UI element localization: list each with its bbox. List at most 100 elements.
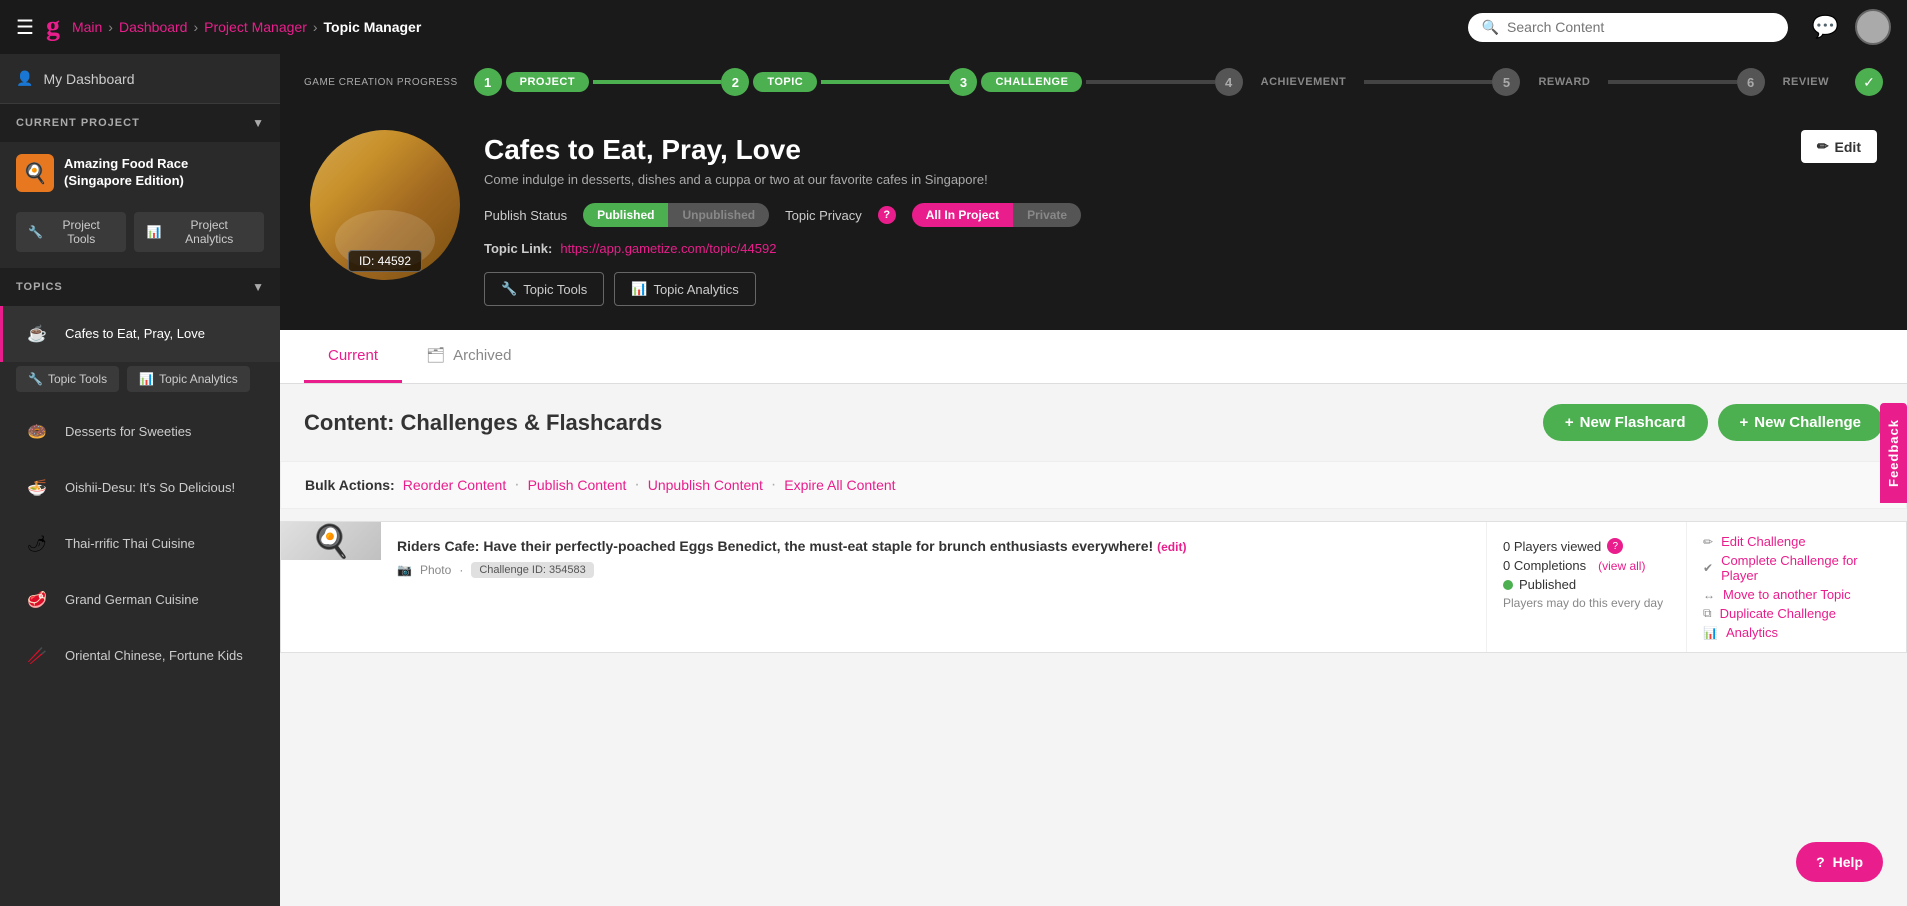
header-icons: 💬 xyxy=(1812,9,1891,45)
analytics-icon: 📊 xyxy=(1703,626,1718,640)
sidebar-item-cafes[interactable]: ☕ Cafes to Eat, Pray, Love xyxy=(0,306,280,362)
help-icon: ? xyxy=(1816,854,1825,870)
challenge-type: Photo xyxy=(420,563,451,577)
challenge-title: Riders Cafe: Have their perfectly-poache… xyxy=(397,538,1470,554)
privacy-question-icon[interactable]: ? xyxy=(878,206,896,224)
challenge-edit-link[interactable]: (edit) xyxy=(1157,540,1186,554)
pencil-icon: ✏ xyxy=(1817,138,1829,155)
step-2[interactable]: 2 TOPIC xyxy=(721,68,821,96)
step-label-3: CHALLENGE xyxy=(981,72,1082,92)
sidebar-my-dashboard[interactable]: 👤 My Dashboard xyxy=(0,54,280,104)
edit-challenge-link[interactable]: ✏ Edit Challenge xyxy=(1703,534,1890,549)
sidebar-item-german[interactable]: 🥩 Grand German Cuisine xyxy=(0,572,280,628)
topic-thumb-oishii: 🍜 xyxy=(19,470,55,506)
challenge-actions: ✏ Edit Challenge ✔ Complete Challenge fo… xyxy=(1686,522,1906,652)
topic-link-row: Topic Link: https://app.gametize.com/top… xyxy=(484,241,1877,256)
bulk-reorder-link[interactable]: Reorder Content xyxy=(403,477,507,493)
bulk-expire-link[interactable]: Expire All Content xyxy=(784,477,895,493)
tab-archived[interactable]: 🗂 Archived xyxy=(402,330,535,383)
chart-icon-small: 📊 xyxy=(139,372,154,386)
edit-button[interactable]: ✏ Edit xyxy=(1801,130,1877,163)
step-circle-1: 1 xyxy=(474,68,502,96)
privacy-all-btn[interactable]: All In Project xyxy=(912,203,1013,227)
edit-challenge-icon: ✏ xyxy=(1703,535,1713,549)
search-bar[interactable]: 🔍 xyxy=(1468,13,1788,42)
challenge-meta: 📷 Photo · Challenge ID: 354583 xyxy=(397,562,1470,578)
topic-header-section: ID: 44592 Cafes to Eat, Pray, Love Come … xyxy=(280,110,1907,330)
bulk-publish-link[interactable]: Publish Content xyxy=(528,477,627,493)
topic-link-url[interactable]: https://app.gametize.com/topic/44592 xyxy=(560,241,776,256)
topic-thumb-german: 🥩 xyxy=(19,582,55,618)
step-complete-check: ✓ xyxy=(1855,68,1883,96)
topic-action-buttons-row: 🔧 Topic Tools 📊 Topic Analytics xyxy=(484,272,1877,306)
new-challenge-button[interactable]: + New Challenge xyxy=(1718,404,1883,441)
step-1[interactable]: 1 PROJECT xyxy=(474,68,593,96)
topic-title: Cafes to Eat, Pray, Love xyxy=(484,134,1877,166)
sidebar-item-thai[interactable]: 🌶 Thai-rrific Thai Cuisine xyxy=(0,516,280,572)
breadcrumb: Main › Dashboard › Project Manager › Top… xyxy=(72,19,421,35)
topic-name-german: Grand German Cuisine xyxy=(65,592,199,609)
topic-thumb-oriental: 🥢 xyxy=(19,638,55,674)
stat-status-note: Players may do this every day xyxy=(1503,596,1670,610)
step-5[interactable]: 5 REWARD xyxy=(1492,68,1608,96)
privacy-private-btn[interactable]: Private xyxy=(1013,203,1081,227)
search-icon: 🔍 xyxy=(1482,19,1499,36)
sidebar-item-oriental[interactable]: 🥢 Oriental Chinese, Fortune Kids xyxy=(0,628,280,684)
new-flashcard-button[interactable]: + New Flashcard xyxy=(1543,404,1708,441)
analytics-link[interactable]: 📊 Analytics xyxy=(1703,625,1890,640)
sidebar-item-oishii[interactable]: 🍜 Oishii-Desu: It's So Delicious! xyxy=(0,460,280,516)
duplicate-challenge-link[interactable]: ⧉ Duplicate Challenge xyxy=(1703,606,1890,621)
published-dot xyxy=(1503,580,1513,590)
stat-published: Published xyxy=(1503,577,1670,592)
sidebar-item-desserts[interactable]: 🍩 Desserts for Sweeties xyxy=(0,404,280,460)
hamburger-menu[interactable]: ☰ xyxy=(16,15,34,40)
topic-tools-button[interactable]: 🔧 Topic Tools xyxy=(16,366,119,392)
players-viewed-question[interactable]: ? xyxy=(1607,538,1623,554)
content-actions: + New Flashcard + New Challenge xyxy=(1543,404,1883,441)
complete-challenge-link[interactable]: ✔ Complete Challenge for Player xyxy=(1703,553,1890,583)
completions-view-all[interactable]: (view all) xyxy=(1598,559,1645,573)
bulk-unpublish-link[interactable]: Unpublish Content xyxy=(648,477,763,493)
photo-icon: 📷 xyxy=(397,563,412,577)
wrench-icon-small: 🔧 xyxy=(28,372,43,386)
sidebar: 👤 My Dashboard CURRENT PROJECT ▼ 🍳 Amazi… xyxy=(0,54,280,906)
project-analytics-button[interactable]: 📊 Project Analytics xyxy=(134,212,264,252)
step-line-5-6 xyxy=(1608,80,1736,84)
move-topic-link[interactable]: ↔ Move to another Topic xyxy=(1703,587,1890,602)
topic-id-badge: ID: 44592 xyxy=(348,250,422,272)
search-input[interactable] xyxy=(1507,19,1774,35)
complete-icon: ✔ xyxy=(1703,561,1713,575)
publish-published-btn[interactable]: Published xyxy=(583,203,668,227)
topic-name-oishii: Oishii-Desu: It's So Delicious! xyxy=(65,480,235,497)
breadcrumb-main[interactable]: Main xyxy=(72,19,102,35)
help-button[interactable]: ? Help xyxy=(1796,842,1883,882)
current-project-chevron[interactable]: ▼ xyxy=(252,116,264,130)
topic-tools-action-btn[interactable]: 🔧 Topic Tools xyxy=(484,272,604,306)
topic-analytics-action-btn[interactable]: 📊 Topic Analytics xyxy=(614,272,755,306)
current-project-label: CURRENT PROJECT xyxy=(16,117,140,129)
step-line-2-3 xyxy=(821,80,949,84)
publish-toggle: Published Unpublished xyxy=(583,203,769,227)
step-3[interactable]: 3 CHALLENGE xyxy=(949,68,1086,96)
topic-analytics-button[interactable]: 📊 Topic Analytics xyxy=(127,366,250,392)
progress-steps: 1 PROJECT 2 TOPIC 3 CHALLENGE 4 xyxy=(474,68,1883,96)
breadcrumb-project-manager[interactable]: Project Manager xyxy=(204,19,307,35)
topics-chevron[interactable]: ▼ xyxy=(252,280,264,294)
topics-header: TOPICS ▼ xyxy=(0,268,280,306)
feedback-tab[interactable]: Feedback xyxy=(1880,403,1907,503)
person-icon: 👤 xyxy=(16,70,33,87)
step-4[interactable]: 4 ACHIEVEMENT xyxy=(1215,68,1365,96)
archive-icon: 🗂 xyxy=(426,346,445,364)
step-6[interactable]: 6 REVIEW xyxy=(1737,68,1847,96)
chat-icon[interactable]: 💬 xyxy=(1812,14,1839,40)
publish-unpublished-btn[interactable]: Unpublished xyxy=(668,203,769,227)
my-dashboard-label: My Dashboard xyxy=(43,71,134,87)
topic-action-buttons: 🔧 Topic Tools 📊 Topic Analytics xyxy=(0,362,280,404)
publish-status-row: Publish Status Published Unpublished Top… xyxy=(484,203,1877,227)
publish-status-label: Publish Status xyxy=(484,208,567,223)
breadcrumb-dashboard[interactable]: Dashboard xyxy=(119,19,188,35)
tab-current[interactable]: Current xyxy=(304,331,402,383)
user-avatar[interactable] xyxy=(1855,9,1891,45)
topic-details: Cafes to Eat, Pray, Love Come indulge in… xyxy=(484,130,1877,306)
project-tools-button[interactable]: 🔧 Project Tools xyxy=(16,212,126,252)
